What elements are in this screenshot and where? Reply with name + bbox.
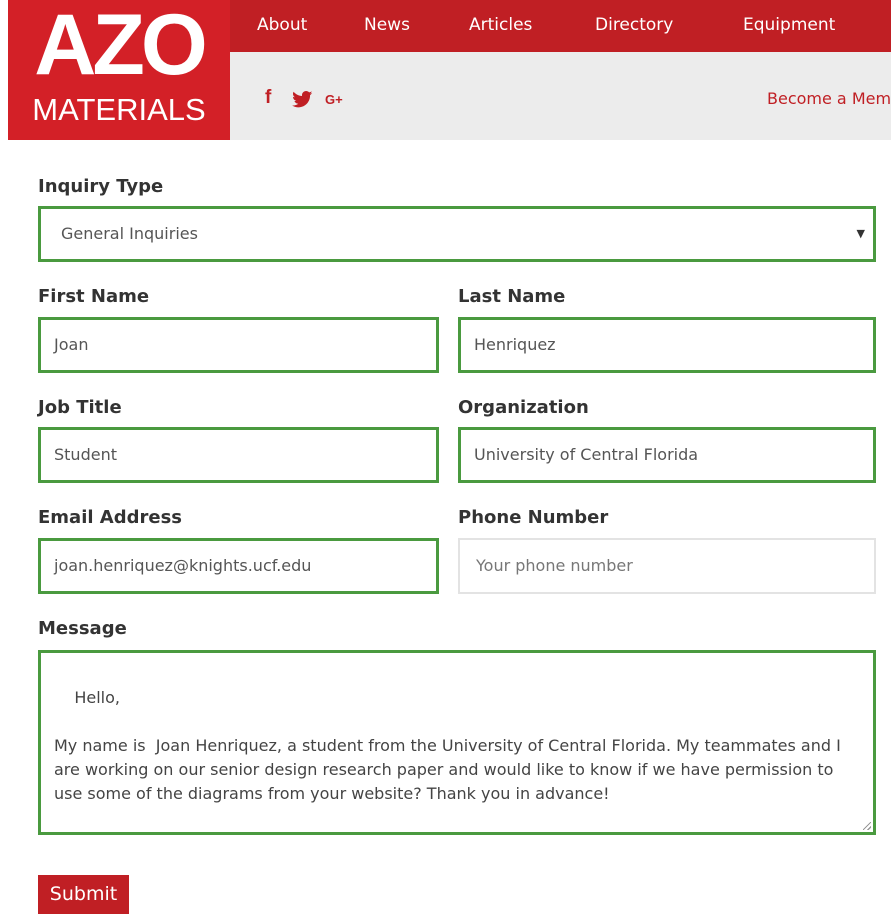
first-name-input[interactable]: Joan: [38, 317, 439, 373]
site-header: AZO MATERIALS About News Articles Direct…: [0, 0, 891, 140]
job-title-input[interactable]: Student: [38, 427, 439, 483]
inquiry-type-label: Inquiry Type: [38, 176, 164, 197]
email-input[interactable]: joan.henriquez@knights.ucf.edu: [38, 538, 439, 594]
facebook-icon[interactable]: f: [265, 88, 271, 108]
organization-input[interactable]: University of Central Florida: [458, 427, 876, 483]
google-plus-icon[interactable]: G+: [325, 90, 343, 110]
nav-item-directory[interactable]: Directory: [595, 14, 673, 36]
dropdown-arrow-icon: ▼: [856, 227, 865, 240]
main-nav: About News Articles Directory Equipment: [230, 0, 891, 52]
inquiry-type-select[interactable]: General Inquiries ▼: [38, 206, 876, 262]
job-title-label: Job Title: [38, 397, 122, 418]
resize-handle-icon[interactable]: [863, 822, 871, 830]
nav-item-news[interactable]: News: [364, 14, 410, 36]
nav-item-about[interactable]: About: [257, 14, 307, 36]
header-subbar: f G+ Become a Mem: [230, 52, 891, 140]
message-textarea[interactable]: Hello, My name is Joan Henriquez, a stud…: [38, 650, 876, 835]
nav-item-equipment[interactable]: Equipment: [743, 14, 835, 36]
twitter-icon[interactable]: [292, 91, 313, 113]
first-name-label: First Name: [38, 286, 150, 307]
last-name-input[interactable]: Henriquez: [458, 317, 876, 373]
phone-label: Phone Number: [458, 507, 609, 528]
phone-input[interactable]: Your phone number: [458, 538, 876, 594]
logo-wordmark-azo: AZO: [34, 0, 208, 93]
organization-label: Organization: [458, 397, 589, 418]
message-text: Hello, My name is Joan Henriquez, a stud…: [54, 688, 841, 803]
twitter-bird-icon: [292, 91, 313, 108]
email-label: Email Address: [38, 507, 183, 528]
message-label: Message: [38, 618, 127, 639]
last-name-label: Last Name: [458, 286, 566, 307]
become-member-link[interactable]: Become a Mem: [767, 89, 891, 109]
submit-button[interactable]: Submit: [38, 875, 129, 914]
nav-item-articles[interactable]: Articles: [469, 14, 532, 36]
azo-materials-logo[interactable]: AZO MATERIALS: [8, 0, 230, 140]
logo-wordmark-materials: MATERIALS: [32, 92, 206, 127]
inquiry-type-value: General Inquiries: [61, 224, 198, 243]
